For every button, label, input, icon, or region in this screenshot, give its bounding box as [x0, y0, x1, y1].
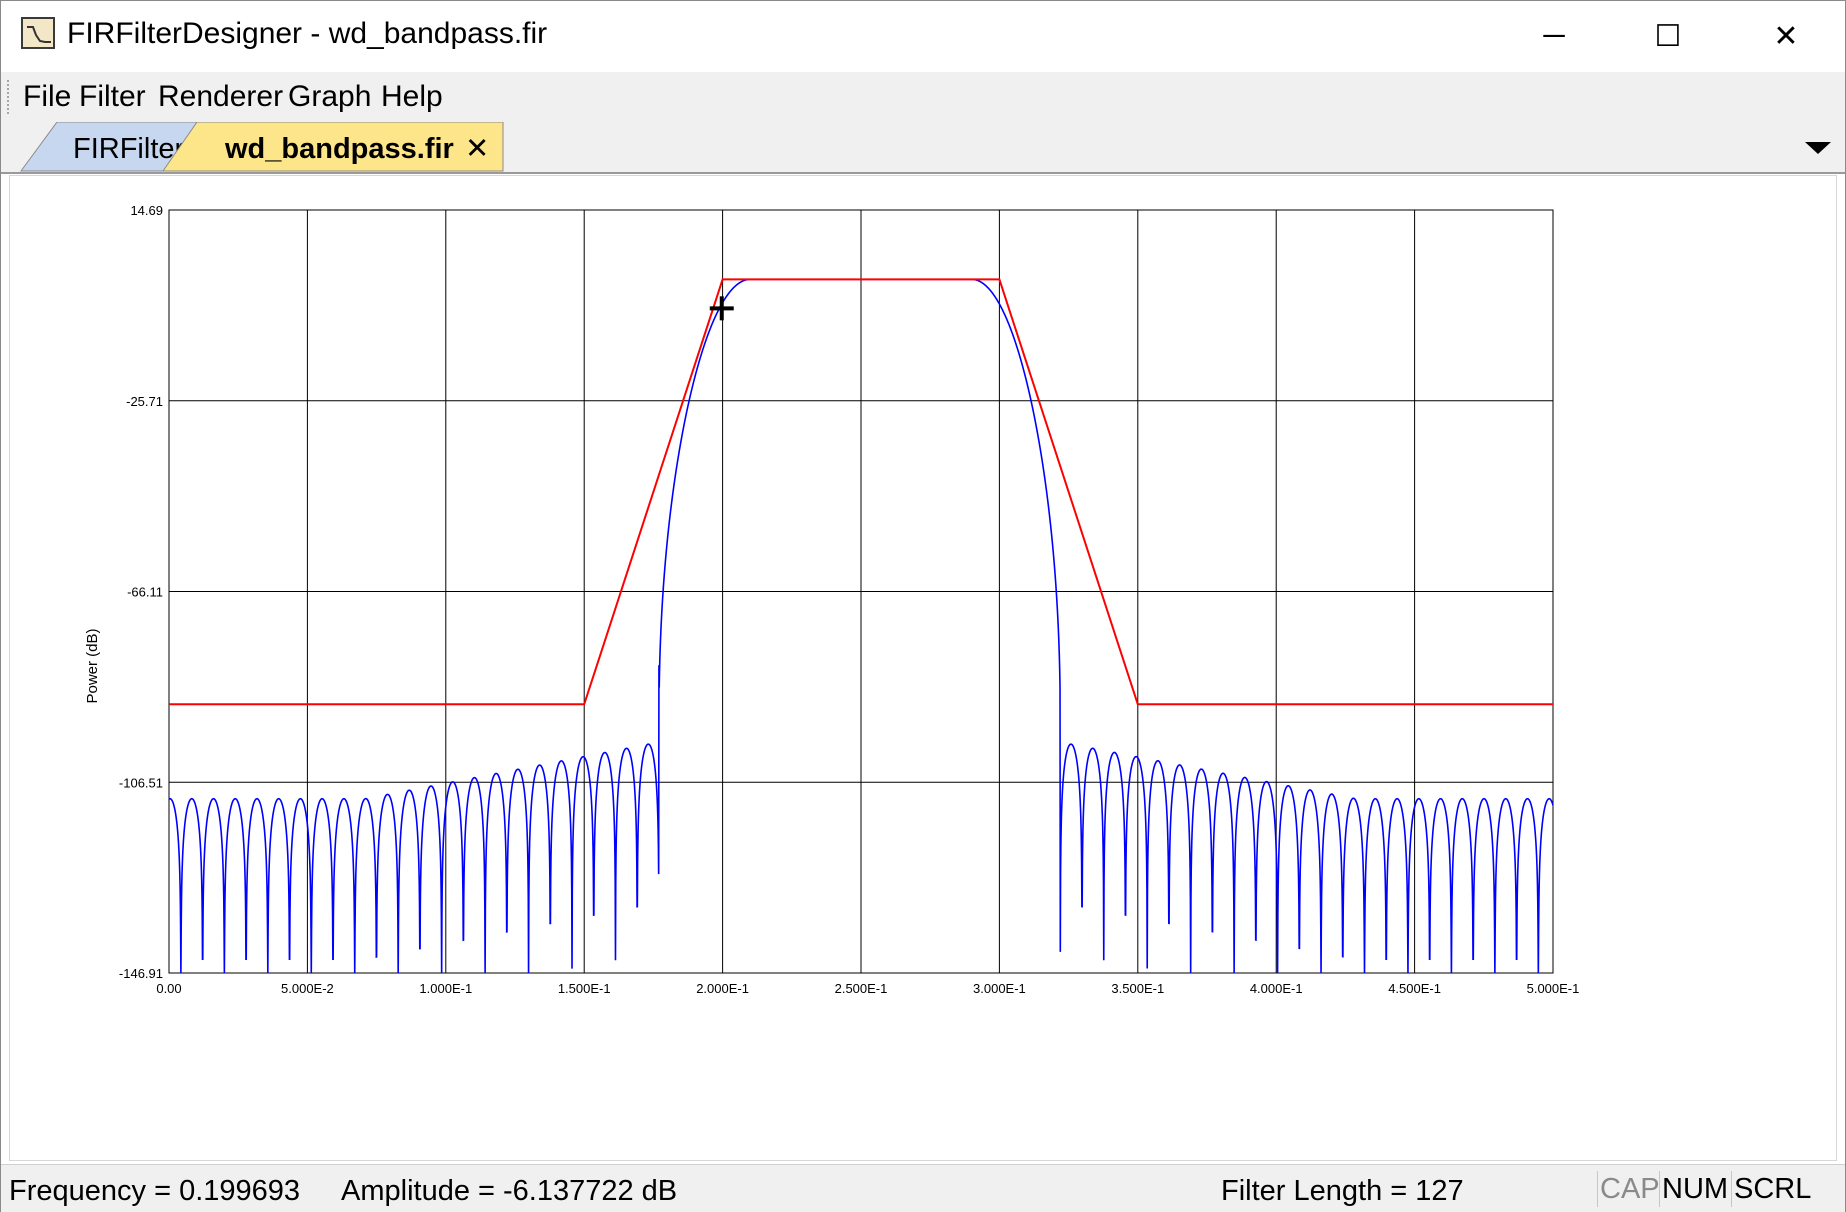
- status-num: NUM: [1659, 1171, 1730, 1207]
- y-axis-label: Power (dB): [84, 628, 101, 703]
- status-bar: Frequency = 0.199693 Amplitude = -6.1377…: [1, 1164, 1845, 1212]
- menu-graph[interactable]: Graph: [288, 80, 371, 114]
- plot-area[interactable]: 0.00 5.000E-2 1.000E-1 1.500E-1 2.000E-1 2.50…: [9, 175, 1837, 1161]
- x-tick-label: 2.500E-1: [835, 981, 888, 996]
- x-tick-label: 2.000E-1: [696, 981, 749, 996]
- status-cap: CAP: [1597, 1171, 1662, 1207]
- x-tick-label: 5.000E-1: [1527, 981, 1580, 996]
- x-tick-label: 5.000E-2: [281, 981, 334, 996]
- minimize-button[interactable]: ─: [1499, 1, 1609, 71]
- x-tick-label: 4.500E-1: [1388, 981, 1441, 996]
- x-tick-label: 1.000E-1: [419, 981, 472, 996]
- app-icon: [21, 17, 55, 49]
- frequency-response-chart: 0.00 5.000E-2 1.000E-1 1.500E-1 2.000E-1 2.50…: [84, 203, 1579, 996]
- title-bar[interactable]: FIRFilterDesigner - wd_bandpass.fir ─ ☐ …: [1, 1, 1845, 71]
- menu-renderer[interactable]: Renderer: [158, 80, 283, 114]
- status-frequency: Frequency = 0.199693: [9, 1175, 301, 1207]
- crosshair-cursor-icon: [709, 296, 734, 321]
- x-axis-ticks: 0.00 5.000E-2 1.000E-1 1.500E-1 2.000E-1 2.50…: [156, 981, 1579, 996]
- x-tick-label: 3.500E-1: [1111, 981, 1164, 996]
- y-tick-label: 14.69: [130, 203, 163, 218]
- y-tick-label: -25.71: [126, 394, 163, 409]
- y-tick-label: -146.91: [119, 966, 163, 981]
- y-tick-label: -66.11: [127, 585, 163, 600]
- window-title: FIRFilterDesigner - wd_bandpass.fir: [67, 17, 548, 50]
- menu-filter[interactable]: Filter: [79, 80, 146, 114]
- app-window: FIRFilterDesigner - wd_bandpass.fir ─ ☐ …: [0, 0, 1846, 1212]
- x-tick-label: 0.00: [156, 981, 181, 996]
- menu-grip[interactable]: [7, 80, 13, 114]
- menu-bar: File Filter Renderer Graph Help: [1, 72, 1845, 123]
- menu-file[interactable]: File: [23, 80, 71, 114]
- tab-close-icon[interactable]: ✕: [465, 131, 489, 165]
- status-amplitude: Amplitude = -6.137722 dB: [341, 1175, 678, 1207]
- status-filter-length: Filter Length = 127: [1221, 1175, 1464, 1207]
- tab-dropdown-icon[interactable]: [1805, 142, 1831, 154]
- menu-help[interactable]: Help: [381, 80, 443, 114]
- grid: [168, 209, 1554, 974]
- tab-wd-bandpass-label: wd_bandpass.fir: [224, 133, 454, 165]
- y-axis-ticks: 14.69 -25.71 -66.11 -106.51 -146.91: [119, 203, 163, 981]
- close-button[interactable]: ✕: [1731, 1, 1841, 71]
- status-scrl: SCRL: [1731, 1171, 1813, 1207]
- maximize-button[interactable]: ☐: [1613, 1, 1723, 71]
- x-tick-label: 4.000E-1: [1250, 981, 1303, 996]
- tab-bar: FIRFilter1 wd_bandpass.fir ✕: [1, 122, 1845, 174]
- x-tick-label: 3.000E-1: [973, 981, 1026, 996]
- x-tick-label: 1.500E-1: [558, 981, 611, 996]
- y-tick-label: -106.51: [119, 775, 163, 790]
